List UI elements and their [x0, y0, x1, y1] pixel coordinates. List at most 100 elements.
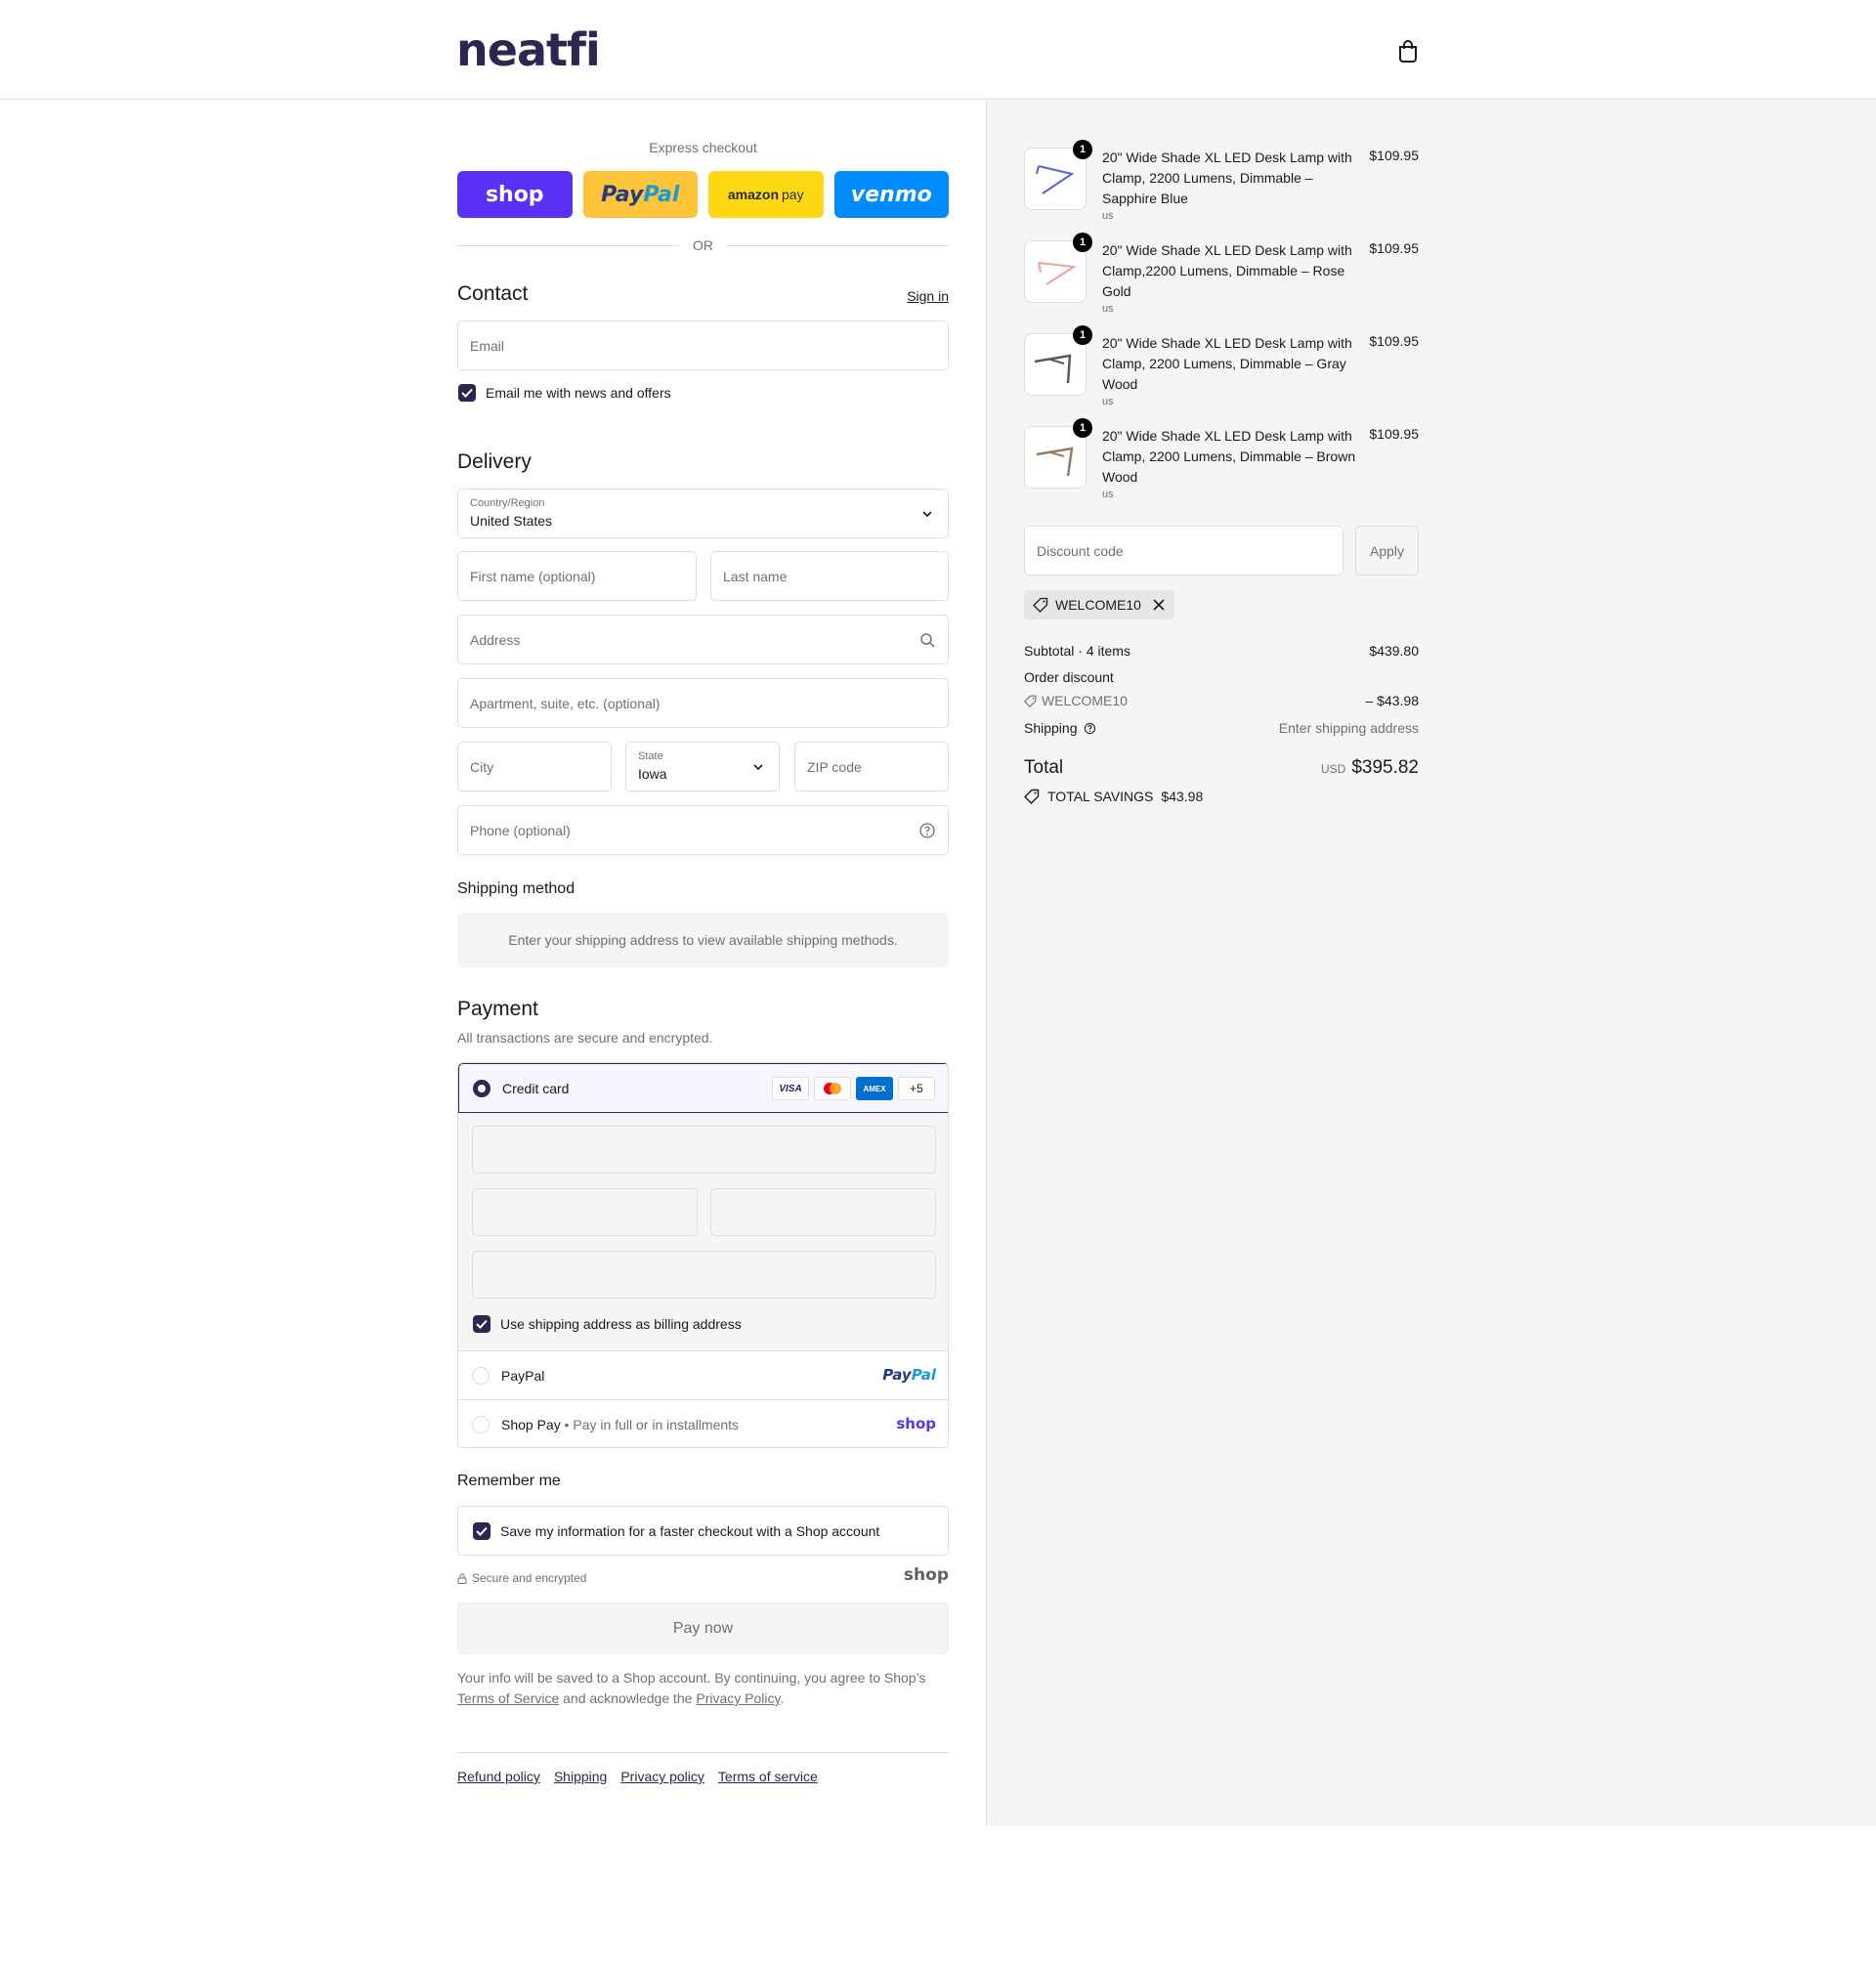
express-checkout-title: Express checkout [649, 140, 757, 155]
header: neatfi [0, 0, 1876, 100]
address-field[interactable]: Address [457, 615, 949, 664]
help-icon[interactable] [1084, 722, 1096, 735]
product-title: 20" Wide Shade XL LED Desk Lamp with Cla… [1102, 150, 1352, 206]
discount-code-field[interactable]: Discount code [1024, 526, 1343, 576]
refund-policy-link[interactable]: Refund policy [457, 1769, 540, 1784]
last-name-field[interactable]: Last name [710, 551, 949, 601]
quantity-badge: 1 [1073, 233, 1092, 252]
save-info-checkbox-row[interactable]: Save my information for a faster checkou… [473, 1522, 879, 1540]
save-info-checkbox[interactable] [473, 1522, 490, 1540]
venmo-button[interactable]: venmo [833, 171, 949, 218]
zip-field[interactable]: ZIP code [794, 742, 949, 791]
terms-of-service-link[interactable]: Terms of Service [457, 1690, 559, 1706]
amazon-logo: amazon [727, 187, 780, 202]
shipping-link[interactable]: Shipping [554, 1769, 608, 1784]
state-value: Iowa [638, 766, 667, 782]
remember-me-title: Remember me [457, 1473, 561, 1489]
last-name-placeholder: Last name [723, 569, 788, 584]
shop-pay-button[interactable]: shop [457, 171, 573, 218]
shop-pay-option[interactable]: Shop Pay • Pay in full or in installment… [458, 1399, 948, 1447]
amazon-pay-button[interactable]: amazon pay [708, 171, 824, 218]
product-variant: us [1102, 303, 1114, 315]
total-savings: TOTAL SAVINGS $43.98 [1024, 789, 1203, 804]
apartment-field[interactable]: Apartment, suite, etc. (optional) [457, 678, 949, 728]
paypal-radio[interactable] [472, 1367, 490, 1385]
shipping-value: Enter shipping address [1278, 720, 1419, 736]
phone-field[interactable]: Phone (optional) [457, 805, 949, 855]
remember-me-box: Save my information for a faster checkou… [457, 1506, 949, 1556]
state-label: State [638, 750, 663, 762]
total-amount: $395.82 [1351, 757, 1419, 778]
pay-now-button[interactable]: Pay now [457, 1603, 949, 1654]
address-placeholder: Address [470, 632, 521, 648]
paypal-button[interactable]: Pay Pal [582, 171, 698, 218]
applied-discount-chip: WELCOME10 [1024, 590, 1174, 620]
shipping-label: Shipping [1024, 720, 1078, 736]
city-placeholder: City [470, 759, 494, 775]
close-icon[interactable] [1152, 598, 1166, 612]
city-field[interactable]: City [457, 742, 612, 791]
billing-checkbox[interactable] [473, 1315, 490, 1333]
product-title: 20" Wide Shade XL LED Desk Lamp with Cla… [1102, 428, 1356, 485]
tag-icon [1024, 695, 1037, 707]
shopping-bag-icon[interactable] [1397, 39, 1419, 63]
card-name-field[interactable] [472, 1251, 936, 1299]
chevron-down-icon [753, 764, 763, 771]
order-discount-row: Order discount [1024, 669, 1419, 685]
footer-links: Refund policy Shipping Privacy policy Te… [457, 1769, 818, 1784]
subtotal-row: Subtotal · 4 items $439.80 [1024, 643, 1419, 659]
shop-pay-logo: shop [896, 1415, 936, 1432]
email-field[interactable]: Email [457, 321, 949, 370]
savings-value: $43.98 [1161, 789, 1204, 804]
tag-icon [1024, 789, 1040, 804]
privacy-policy-footer-link[interactable]: Privacy policy [620, 1769, 704, 1784]
product-variant: us [1102, 489, 1114, 500]
privacy-policy-link[interactable]: Privacy Policy [696, 1690, 780, 1706]
payment-methods: Credit card VISA AMEX +5 Use shipping ad… [457, 1062, 949, 1448]
paypal-option[interactable]: PayPal PayPal [458, 1350, 948, 1399]
product-price: $109.95 [1369, 148, 1419, 163]
quantity-badge: 1 [1073, 325, 1092, 345]
amex-icon: AMEX [856, 1077, 893, 1100]
savings-label: TOTAL SAVINGS [1047, 789, 1154, 804]
first-name-placeholder: First name (optional) [470, 569, 596, 584]
card-number-field[interactable] [472, 1126, 936, 1174]
credit-card-label: Credit card [502, 1081, 570, 1096]
footer-divider [457, 1752, 949, 1753]
cart-item: 1 20" Wide Shade XL LED Desk Lamp with C… [1024, 140, 1419, 228]
shop-pay-radio[interactable] [472, 1416, 490, 1433]
discount-placeholder: Discount code [1037, 543, 1124, 559]
credit-card-radio[interactable] [473, 1080, 490, 1097]
apply-discount-button[interactable]: Apply [1355, 526, 1419, 576]
billing-checkbox-row[interactable]: Use shipping address as billing address [473, 1315, 742, 1333]
sign-in-link[interactable]: Sign in [907, 288, 949, 304]
credit-card-form: Use shipping address as billing address [458, 1113, 948, 1350]
card-expiry-field[interactable] [472, 1188, 698, 1236]
phone-placeholder: Phone (optional) [470, 823, 571, 838]
discount-value: – $43.98 [1365, 693, 1420, 708]
discount-code-detail: WELCOME10 [1024, 693, 1128, 708]
amazon-pay-label: pay [782, 187, 804, 202]
cart-item: 1 20" Wide Shade XL LED Desk Lamp with C… [1024, 233, 1419, 321]
country-select[interactable]: Country/Region United States [457, 489, 949, 538]
total-label: Total [1024, 757, 1064, 778]
venmo-logo: venmo [850, 182, 932, 207]
visa-icon: VISA [772, 1077, 809, 1100]
save-info-label: Save my information for a faster checkou… [500, 1523, 880, 1539]
delivery-title: Delivery [457, 450, 532, 473]
discount-code-row: WELCOME10 – $43.98 [1024, 693, 1419, 710]
newsletter-checkbox[interactable] [458, 384, 476, 402]
order-discount-label: Order discount [1024, 669, 1114, 685]
first-name-field[interactable]: First name (optional) [457, 551, 697, 601]
state-select[interactable]: State Iowa [625, 742, 780, 791]
card-cvv-field[interactable] [710, 1188, 936, 1236]
subtotal-label: Subtotal · 4 items [1024, 643, 1130, 659]
newsletter-checkbox-row[interactable]: Email me with news and offers [458, 384, 671, 402]
currency-code: USD [1320, 762, 1346, 776]
credit-card-option[interactable]: Credit card VISA AMEX +5 [458, 1063, 948, 1113]
brand-logo[interactable]: neatfi [456, 23, 601, 76]
shop-pay-label: Shop Pay • Pay in full or in installment… [501, 1417, 740, 1432]
terms-of-service-footer-link[interactable]: Terms of service [718, 1769, 818, 1784]
payment-subtitle: All transactions are secure and encrypte… [457, 1030, 713, 1046]
help-icon[interactable] [918, 822, 936, 839]
